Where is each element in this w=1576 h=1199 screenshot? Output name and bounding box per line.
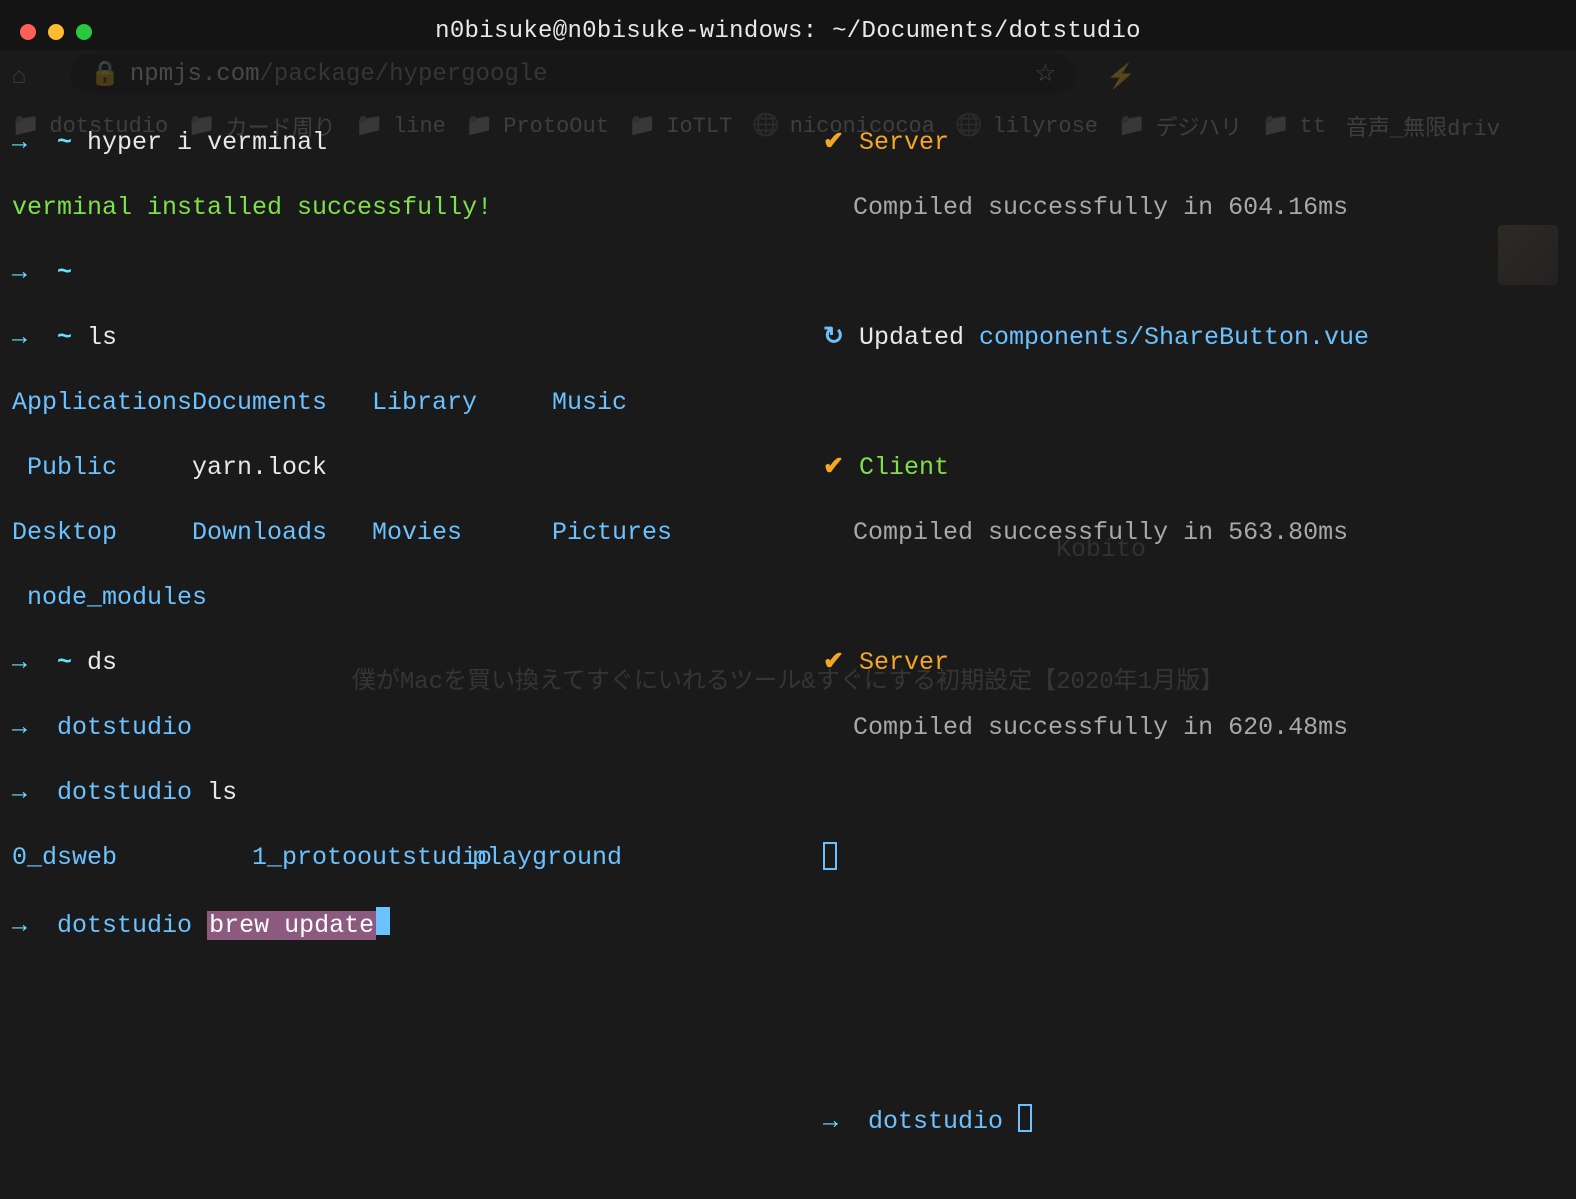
window-title: n0bisuke@n0bisuke-windows: ~/Documents/d…	[435, 18, 1141, 45]
cursor-outline	[823, 842, 837, 870]
selected-command[interactable]: brew update	[207, 911, 376, 940]
cursor-outline	[1018, 1104, 1032, 1132]
cursor	[376, 907, 390, 935]
window-close-button[interactable]	[20, 24, 36, 40]
terminal-pane-right[interactable]: ✔ Server Compiled successfully in 604.16…	[805, 92, 1576, 704]
window-maximize-button[interactable]	[76, 24, 92, 40]
traffic-lights	[20, 24, 92, 40]
terminal-panes: → ~ hyper i verminal verminal installed …	[0, 92, 1576, 704]
window-minimize-button[interactable]	[48, 24, 64, 40]
terminal-pane-left[interactable]: → ~ hyper i verminal verminal installed …	[0, 92, 805, 704]
titlebar: n0bisuke@n0bisuke-windows: ~/Documents/d…	[0, 0, 1576, 50]
bg-url-bar: 🔒 npmjs.com/package/hypergoogle ☆	[70, 54, 1076, 94]
